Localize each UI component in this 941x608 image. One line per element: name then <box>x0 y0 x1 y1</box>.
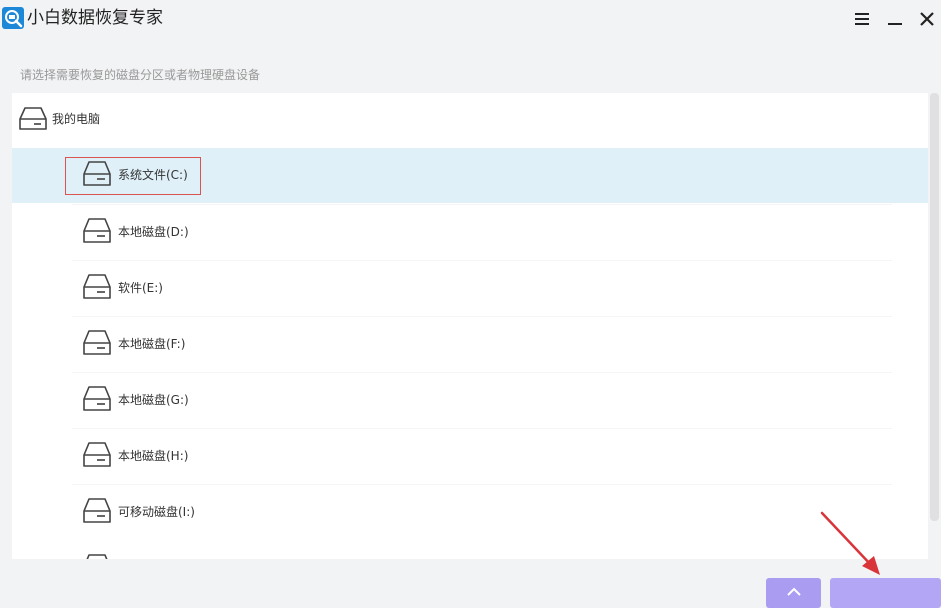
drive-row-h[interactable]: 本地磁盘(H:) <box>12 429 928 484</box>
app-title: 小白数据恢复专家 <box>27 8 163 28</box>
hard-drive-icon <box>86 554 108 559</box>
drive-row-i[interactable]: 可移动磁盘(I:) <box>12 485 928 540</box>
drive-label: 软件(E:) <box>118 281 163 295</box>
hard-drive-icon <box>83 386 111 411</box>
hard-drive-icon <box>83 330 111 355</box>
drive-row-partial[interactable] <box>12 541 928 559</box>
tree-root-my-computer[interactable]: 我的电脑 <box>12 93 928 147</box>
tree-root-label: 我的电脑 <box>52 112 101 126</box>
hard-drive-icon <box>83 161 111 186</box>
hard-drive-icon <box>19 107 47 130</box>
instruction-text: 请选择需要恢复的磁盘分区或者物理硬盘设备 <box>20 68 261 82</box>
hard-drive-icon <box>83 442 111 467</box>
vertical-scrollbar[interactable] <box>930 93 939 521</box>
drive-label: 系统文件(C:) <box>118 168 188 182</box>
app-logo-icon <box>2 7 24 29</box>
hard-drive-icon <box>83 274 111 299</box>
back-button[interactable] <box>766 578 821 608</box>
drive-row-c[interactable]: 系统文件(C:) <box>12 148 928 203</box>
drive-row-f[interactable]: 本地磁盘(F:) <box>12 317 928 372</box>
next-button[interactable] <box>830 578 941 608</box>
title-bar: 小白数据恢复专家 <box>0 0 941 40</box>
drive-label: 本地磁盘(F:) <box>118 337 186 351</box>
annotation-arrow-icon <box>820 511 880 575</box>
menu-icon[interactable] <box>852 9 872 29</box>
minimize-icon[interactable] <box>885 9 905 29</box>
drive-label: 可移动磁盘(I:) <box>118 505 195 519</box>
drive-label: 本地磁盘(G:) <box>118 393 189 407</box>
drive-label: 本地磁盘(D:) <box>118 225 189 239</box>
drive-tree-panel: 我的电脑 系统文件(C:) 本地磁盘(D:) 软件(E:) 本地磁盘(F:) 本… <box>12 93 928 559</box>
removable-drive-icon <box>83 498 111 523</box>
hard-drive-icon <box>83 218 111 243</box>
drive-label: 本地磁盘(H:) <box>118 449 189 463</box>
close-icon[interactable] <box>917 9 937 29</box>
drive-row-d[interactable]: 本地磁盘(D:) <box>12 205 928 260</box>
chevron-up-icon <box>787 587 801 596</box>
drive-row-g[interactable]: 本地磁盘(G:) <box>12 373 928 428</box>
drive-row-e[interactable]: 软件(E:) <box>12 261 928 316</box>
